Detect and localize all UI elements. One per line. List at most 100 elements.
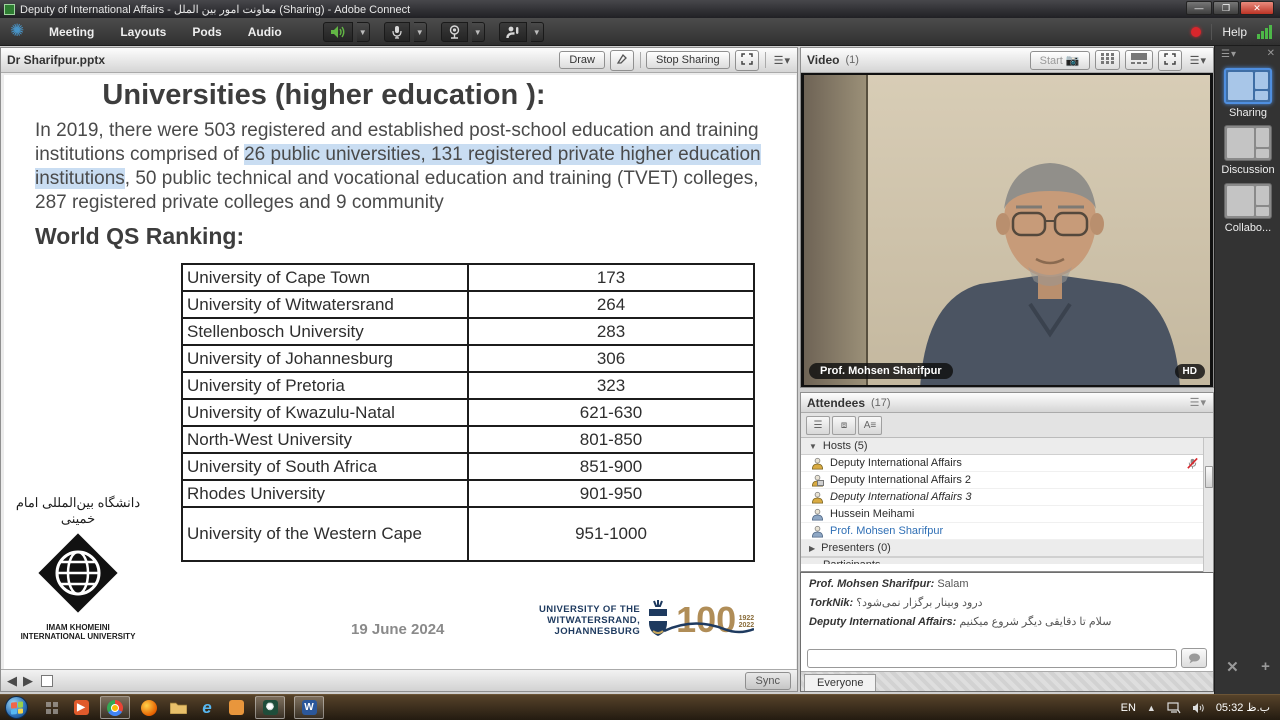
host-person-icon (811, 491, 824, 504)
attendee-row[interactable]: Hussein Meihami (801, 506, 1213, 523)
attendee-name: Deputy International Affairs 2 (830, 474, 971, 486)
volume-icon[interactable] (1192, 702, 1205, 714)
sync-button[interactable]: Sync (745, 672, 791, 690)
table-row: University of South Africa851-900 (182, 453, 754, 480)
mic-button[interactable] (384, 22, 410, 42)
language-indicator[interactable]: EN (1121, 702, 1136, 714)
table-row: University of the Western Cape951-1000 (182, 507, 754, 561)
chat-bubble-icon (1188, 653, 1201, 664)
clock[interactable]: 05:32 ب.ظ (1216, 701, 1270, 714)
webcam-button[interactable] (441, 22, 468, 42)
speaker-dropdown[interactable]: ▼ (357, 22, 370, 42)
presenters-group-label: Presenters (0) (821, 542, 891, 554)
taskbar-chrome-icon[interactable] (100, 696, 130, 719)
tray-expand-icon[interactable]: ▲ (1147, 703, 1156, 713)
slide-canvas: Universities (higher education ): In 201… (4, 75, 796, 669)
send-chat-button[interactable] (1181, 648, 1207, 668)
attendee-row[interactable]: Deputy International Affairs (801, 455, 1213, 472)
layout-thumb-collaboration[interactable] (1224, 183, 1272, 219)
attendee-row[interactable]: Deputy International Affairs 2 (801, 472, 1213, 489)
wits-centenary: 100 1922 2022 (676, 603, 736, 637)
adobe-connect-logo-icon: ✺ (6, 21, 36, 43)
taskbar-word-icon[interactable]: W (294, 696, 324, 719)
taskbar-ie-icon[interactable]: e (197, 698, 217, 718)
qs-ranking-table: University of Cape Town173 University of… (181, 263, 755, 562)
fullscreen-button[interactable] (735, 50, 759, 71)
chat-sender: Deputy International Affairs: (809, 616, 956, 628)
next-slide-button[interactable]: ▶ (23, 673, 33, 689)
taskbar-orange-app-icon[interactable] (226, 698, 246, 718)
share-pod-menu-icon[interactable]: ☰▾ (774, 54, 791, 67)
menu-meeting[interactable]: Meeting (36, 18, 107, 46)
system-tray: EN ▲ 05:32 ب.ظ (1121, 701, 1280, 714)
start-webcam-button[interactable]: Start 📷 (1030, 51, 1090, 70)
help-menu[interactable]: Help (1222, 25, 1247, 39)
attendees-pod-menu-icon[interactable]: ☰▾ (1190, 396, 1207, 409)
taskbar-firefox-icon[interactable] (139, 698, 159, 718)
attendee-row[interactable]: Prof. Mohsen Sharifpur (801, 523, 1213, 540)
mic-dropdown[interactable]: ▼ (414, 22, 427, 42)
draw-button[interactable]: Draw (559, 51, 605, 69)
stop-sharing-button[interactable]: Stop Sharing (646, 51, 730, 69)
grid-view-button[interactable] (1095, 50, 1120, 70)
share-pod-footer: ◀ ▶ Sync (1, 669, 797, 691)
taskbar-adobe-connect-icon[interactable]: ✺ (255, 696, 285, 719)
slide-title: Universities (higher education ): (4, 79, 644, 112)
taskbar-media-player-icon[interactable]: ▶ (71, 698, 91, 718)
speaker-button[interactable] (323, 22, 353, 42)
menu-audio[interactable]: Audio (235, 18, 295, 46)
video-fullscreen-button[interactable] (1158, 50, 1182, 71)
raise-hand-button[interactable] (499, 22, 527, 42)
scrollbar-thumb[interactable] (1205, 466, 1213, 488)
chat-message: Deputy International Affairs: سلام تا دق… (809, 615, 1205, 628)
layout-thumb-discussion[interactable] (1224, 125, 1272, 161)
rank-cell: 851-900 (468, 453, 754, 480)
maximize-button[interactable]: ❐ (1213, 1, 1239, 15)
attendees-scrollbar[interactable] (1203, 438, 1213, 572)
host-person-icon (811, 525, 824, 538)
presenters-group-row[interactable]: ▶ Presenters (0) (801, 540, 1213, 557)
chat-text: سلام تا دقايقی ديگر شروع ميکنيم (959, 616, 1111, 628)
fullscreen-icon (1164, 53, 1176, 65)
filmstrip-view-button[interactable] (1125, 50, 1153, 70)
attendees-title: Attendees (807, 396, 865, 410)
previous-slide-button[interactable]: ◀ (7, 673, 17, 689)
attendee-row[interactable]: Deputy International Affairs 3 (801, 489, 1213, 506)
hosts-group-row[interactable]: ▼ Hosts (5) (801, 438, 1213, 455)
chat-tab-everyone[interactable]: Everyone (804, 674, 876, 691)
attendee-status-view-button[interactable]: A≡ (858, 416, 882, 435)
add-layout-icon[interactable]: + (1261, 658, 1270, 676)
menu-layouts[interactable]: Layouts (107, 18, 179, 46)
screen-share-badge-icon (817, 480, 824, 486)
ikiu-name-line2: INTERNATIONAL UNIVERSITY (12, 632, 144, 641)
layout-bar-menu-icon[interactable]: ☰▾ (1221, 49, 1237, 60)
pointer-tool-button[interactable] (610, 50, 634, 71)
layout-thumb-sharing[interactable] (1224, 68, 1272, 104)
mic-disabled-icon (1186, 457, 1199, 470)
taskbar-explorer-icon[interactable] (168, 698, 188, 718)
ikiu-name-line1: IMAM KHOMEINI (12, 623, 144, 632)
layout-bar-close-icon[interactable]: ✕ (1267, 48, 1275, 59)
video-pod-header: Video (1) Start 📷 (801, 48, 1213, 73)
menu-pods[interactable]: Pods (179, 18, 234, 46)
slide-panel-icon[interactable] (41, 675, 53, 687)
ikiu-logo: دانشگاه بین‌المللی امام خمینی IMAM KHOME… (12, 495, 144, 641)
attendee-list-view-button[interactable]: ☰ (806, 416, 830, 435)
attendee-name: Deputy International Affairs (830, 457, 962, 469)
video-pod-menu-icon[interactable]: ☰▾ (1190, 54, 1207, 67)
close-button[interactable]: ✕ (1240, 1, 1274, 15)
start-button[interactable] (5, 696, 28, 719)
university-cell: University of Witwatersrand (182, 291, 468, 318)
slide-date: 19 June 2024 (351, 621, 444, 638)
remove-layout-icon[interactable]: ✕ (1226, 658, 1239, 676)
participants-group-partial[interactable]: Participants (801, 557, 1213, 564)
webcam-dropdown[interactable]: ▼ (472, 22, 485, 42)
breakout-view-button[interactable]: ⧈ (832, 416, 856, 435)
taskbar-app-grid-icon[interactable] (42, 698, 62, 718)
network-icon[interactable] (1167, 702, 1181, 714)
adobe-connect-window: Deputy of International Affairs - معاونت… (0, 0, 1280, 720)
chat-input[interactable] (807, 649, 1177, 668)
raise-hand-dropdown[interactable]: ▼ (531, 22, 544, 42)
minimize-button[interactable]: — (1186, 1, 1212, 15)
table-row: Stellenbosch University283 (182, 318, 754, 345)
